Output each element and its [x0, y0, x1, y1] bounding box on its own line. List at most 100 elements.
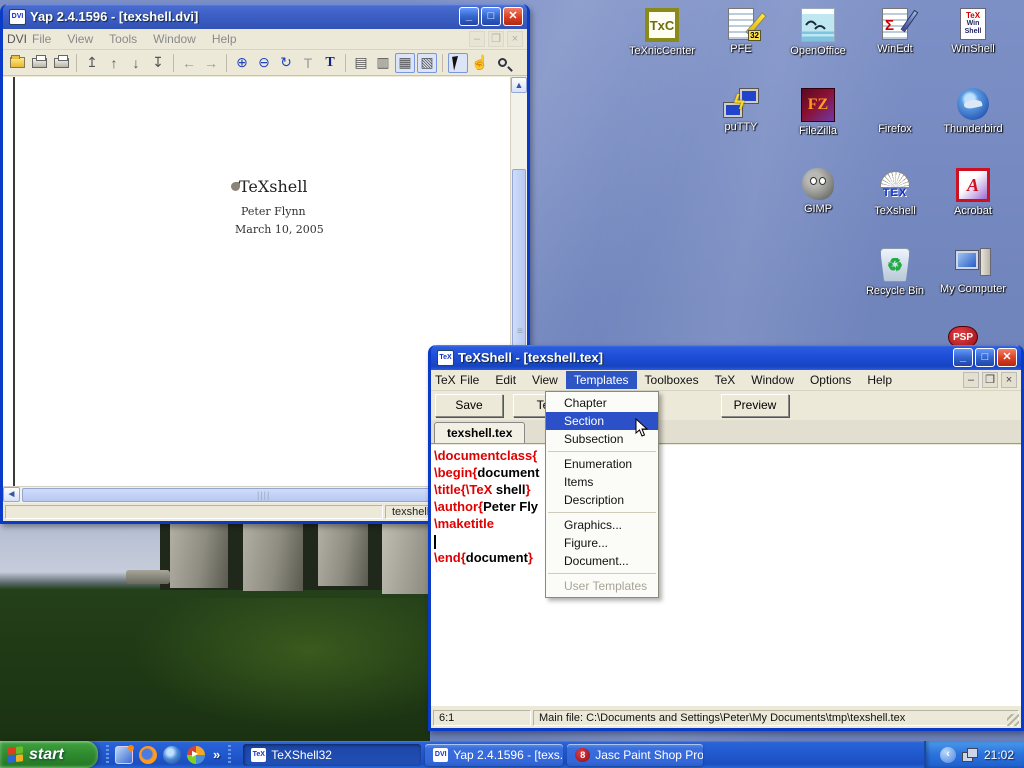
print-setup-icon[interactable] — [51, 53, 71, 73]
menu-item-description[interactable]: Description — [546, 491, 658, 509]
texshell-menu-tex[interactable]: TeX — [707, 371, 744, 389]
yap-menu-window[interactable]: Window — [145, 30, 204, 48]
code-line — [434, 532, 1021, 549]
yap-menu-file[interactable]: File — [24, 30, 59, 48]
toolbar-handle[interactable] — [228, 745, 231, 765]
texshell-menu-file[interactable]: File — [452, 371, 487, 389]
desktop-icon-gimp[interactable]: GIMP — [779, 168, 857, 215]
desktop-icon-texniccenter[interactable]: TxCTeXnicCenter — [623, 8, 701, 57]
texshell-maximize-button[interactable]: □ — [975, 348, 995, 367]
zoom-out-icon[interactable]: ⊖ — [254, 53, 274, 73]
magnifier-icon[interactable] — [492, 53, 512, 73]
desktop-icon-winedt[interactable]: ΣWinEdt — [856, 8, 934, 55]
prev-page-icon[interactable]: ↑ — [104, 53, 124, 73]
text-caret — [434, 535, 436, 549]
menu-item-section[interactable]: Section — [546, 412, 658, 430]
child-restore-icon[interactable]: ❐ — [982, 372, 998, 388]
desktop-icon-firefox[interactable]: Firefox — [856, 88, 934, 135]
child-close-icon[interactable]: × — [507, 31, 523, 47]
hand-tool-icon[interactable]: ☝ — [470, 53, 490, 73]
forward-icon[interactable]: → — [201, 53, 221, 73]
menu-item-document[interactable]: Document... — [546, 552, 658, 570]
child-close-icon[interactable]: × — [1001, 372, 1017, 388]
windows-flag-icon — [8, 746, 24, 764]
save-button[interactable]: Save — [435, 394, 503, 417]
desktop-icon-pfe[interactable]: 32PFE — [702, 8, 780, 55]
desktop-icon-acrobat[interactable]: AAcrobat — [934, 168, 1012, 217]
yap-menu-tools[interactable]: Tools — [101, 30, 145, 48]
continuous-facing-icon[interactable]: ▧ — [417, 53, 437, 73]
texshell-editor[interactable]: \documentclass{\begin{document\title{\Te… — [431, 445, 1021, 706]
texshell-menu-toolboxes[interactable]: Toolboxes — [637, 371, 707, 389]
preview-button[interactable]: Preview — [721, 394, 789, 417]
scroll-up-arrow-icon[interactable]: ▲ — [511, 77, 527, 93]
single-page-icon[interactable]: ▤ — [351, 53, 371, 73]
select-tool-icon[interactable] — [448, 53, 468, 73]
texshell-menu-view[interactable]: View — [524, 371, 566, 389]
menu-item-figure[interactable]: Figure... — [546, 534, 658, 552]
text-tool-icon[interactable]: T — [320, 53, 340, 73]
yap-menu-help[interactable]: Help — [204, 30, 245, 48]
scroll-left-arrow-icon[interactable]: ◄ — [3, 487, 20, 502]
icon-label: TeXshell — [856, 205, 934, 217]
network-icon[interactable] — [962, 748, 978, 761]
menu-separator — [548, 512, 656, 513]
child-minimize-icon[interactable]: – — [963, 372, 979, 388]
texshell-menu-window[interactable]: Window — [743, 371, 802, 389]
open-icon[interactable] — [7, 53, 27, 73]
back-icon[interactable]: ← — [179, 53, 199, 73]
texshell-titlebar[interactable]: TeX TeXShell - [texshell.tex] _ □ ✕ — [431, 345, 1021, 370]
resize-grip[interactable] — [1007, 714, 1019, 726]
desktop-icon-filezilla[interactable]: FZFileZilla — [779, 88, 857, 137]
toolbar-handle[interactable] — [106, 745, 109, 765]
desktop-icon-recycle[interactable]: ♻Recycle Bin — [856, 248, 934, 297]
desktop-icon-texshell[interactable]: TEXTeXshell — [856, 168, 934, 217]
start-button[interactable]: start — [0, 741, 98, 768]
zoom-in-icon[interactable]: ⊕ — [232, 53, 252, 73]
icon-label: Recycle Bin — [856, 285, 934, 297]
taskbar-button-texshell[interactable]: TeXTeXShell32 — [243, 744, 421, 766]
desktop-icon-winshell[interactable]: TeXWinShellWinShell — [934, 8, 1012, 55]
desktop-icon-thunderbird[interactable]: Thunderbird — [934, 88, 1012, 135]
first-page-icon[interactable]: ↥ — [82, 53, 102, 73]
desktop-icon-mycomputer[interactable]: My Computer — [934, 248, 1012, 295]
menu-item-graphics[interactable]: Graphics... — [546, 516, 658, 534]
texshell-menu-templates[interactable]: Templates — [566, 371, 637, 389]
ruler-tool-icon[interactable]: T — [298, 53, 318, 73]
texshell-menu-edit[interactable]: Edit — [487, 371, 524, 389]
last-page-icon[interactable]: ↧ — [148, 53, 168, 73]
menu-item-subsection[interactable]: Subsection — [546, 430, 658, 448]
quick-launch-overflow-icon[interactable]: » — [211, 747, 222, 762]
child-minimize-icon[interactable]: – — [469, 31, 485, 47]
facing-pages-icon[interactable]: ▥ — [373, 53, 393, 73]
quicklaunch-thunderbird-icon[interactable] — [163, 746, 181, 764]
yap-maximize-button[interactable]: □ — [481, 7, 501, 26]
quicklaunch-show-desktop-icon[interactable] — [115, 746, 133, 764]
texshell-close-button[interactable]: ✕ — [997, 348, 1017, 367]
refresh-icon[interactable]: ↻ — [276, 53, 296, 73]
texshell-menu-help[interactable]: Help — [859, 371, 900, 389]
menu-item-enumeration[interactable]: Enumeration — [546, 455, 658, 473]
quicklaunch-media-player-icon[interactable] — [187, 746, 205, 764]
desktop-icon-openoffice[interactable]: OpenOffice — [779, 8, 857, 57]
texshell-minimize-button[interactable]: _ — [953, 348, 973, 367]
tab-texshell-tex[interactable]: texshell.tex — [434, 422, 525, 443]
menu-item-items[interactable]: Items — [546, 473, 658, 491]
lying-stone — [126, 570, 170, 584]
yap-close-button[interactable]: ✕ — [503, 7, 523, 26]
next-page-icon[interactable]: ↓ — [126, 53, 146, 73]
desktop-icon-putty[interactable]: ϟpuTTY — [702, 88, 780, 133]
print-icon[interactable] — [29, 53, 49, 73]
taskbar-button-psp[interactable]: 8Jasc Paint Shop Pro — [567, 744, 703, 766]
taskbar-button-yap[interactable]: DVIYap 2.4.1596 - [texs... — [425, 744, 563, 766]
yap-menu-view[interactable]: View — [59, 30, 101, 48]
quicklaunch-firefox-icon[interactable] — [139, 746, 157, 764]
putty-icon: ϟ — [723, 88, 759, 118]
continuous-icon[interactable]: ▦ — [395, 53, 415, 73]
yap-minimize-button[interactable]: _ — [459, 7, 479, 26]
menu-item-chapter[interactable]: Chapter — [546, 394, 658, 412]
yap-titlebar[interactable]: DVI Yap 2.4.1596 - [texshell.dvi] _ □ ✕ — [3, 4, 527, 29]
child-restore-icon[interactable]: ❐ — [488, 31, 504, 47]
tray-collapse-chevron-icon[interactable]: ‹ — [940, 747, 956, 763]
texshell-menu-options[interactable]: Options — [802, 371, 859, 389]
